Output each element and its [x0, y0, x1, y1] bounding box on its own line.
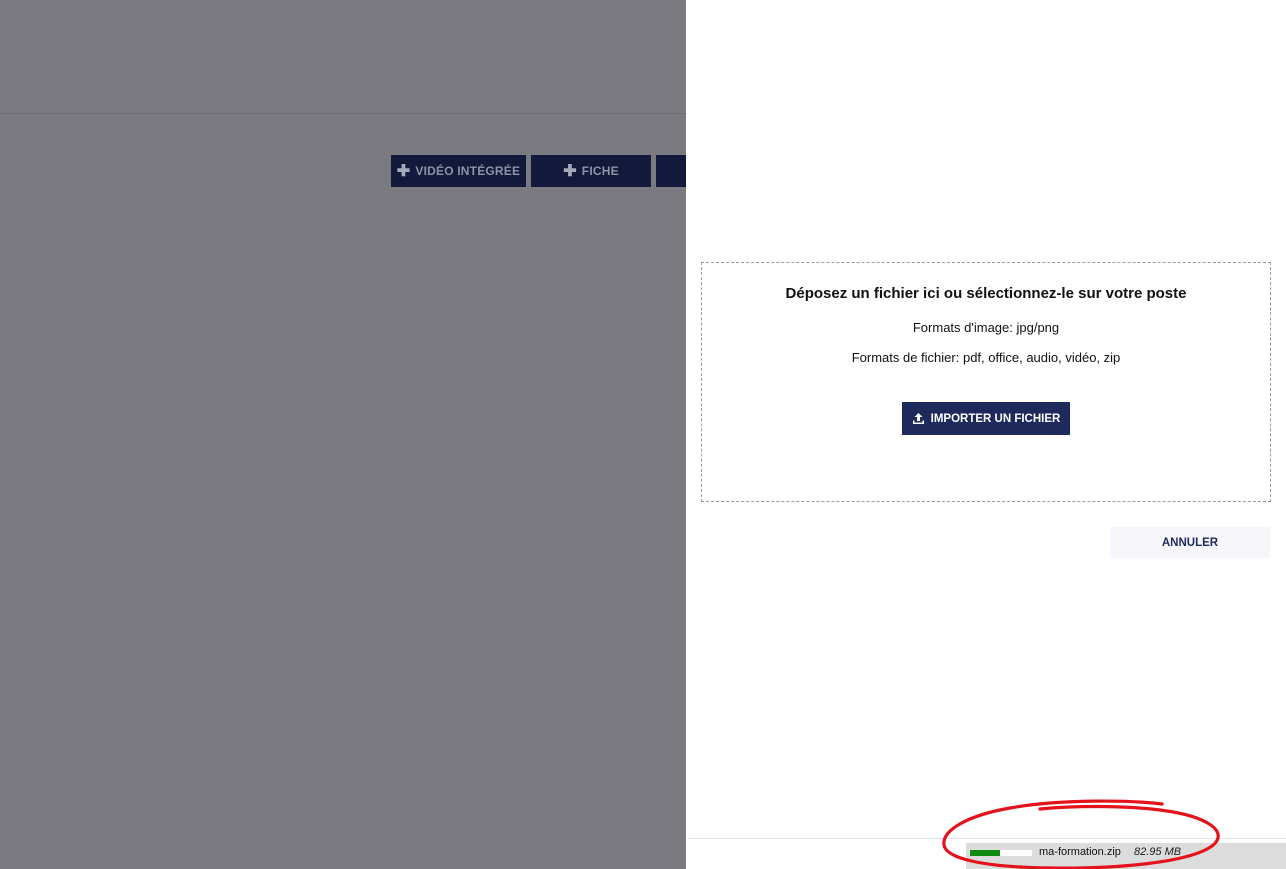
upload-file-name: ma-formation.zip — [1039, 846, 1121, 858]
dropzone-title: Déposez un fichier ici ou sélectionnez-l… — [785, 285, 1187, 302]
add-item-button[interactable] — [656, 155, 686, 187]
plus-icon: ✚ — [563, 163, 577, 180]
upload-side-panel: Déposez un fichier ici ou sélectionnez-l… — [686, 0, 1286, 869]
app-root: ✚ VIDÉO INTÉGRÉE ✚ FICHE Déposez un fich… — [0, 0, 1286, 869]
divider — [688, 838, 1286, 839]
import-file-button[interactable]: IMPORTER UN FICHIER — [902, 402, 1070, 435]
file-formats-text: Formats de fichier: pdf, office, audio, … — [851, 350, 1121, 365]
upload-icon — [912, 413, 924, 424]
upload-progress-fill — [970, 850, 1000, 856]
add-fiche-label: FICHE — [581, 164, 619, 178]
import-file-label: IMPORTER UN FICHIER — [930, 412, 1061, 425]
image-formats-text: Formats d'image: jpg/png — [912, 320, 1060, 335]
add-fiche-button[interactable]: ✚ FICHE — [531, 155, 651, 187]
upload-file-size: 82.95 MB — [1134, 846, 1182, 858]
plus-icon: ✚ — [396, 163, 411, 180]
upload-status-bar: ma-formation.zip 82.95 MB — [966, 843, 1286, 869]
file-dropzone[interactable]: Déposez un fichier ici ou sélectionnez-l… — [701, 262, 1271, 502]
add-embedded-video-label: VIDÉO INTÉGRÉE — [415, 164, 521, 178]
background-header — [0, 0, 686, 114]
upload-progress-track — [970, 850, 1032, 856]
cancel-button[interactable]: ANNULER — [1110, 527, 1270, 558]
add-embedded-video-button[interactable]: ✚ VIDÉO INTÉGRÉE — [391, 155, 526, 187]
